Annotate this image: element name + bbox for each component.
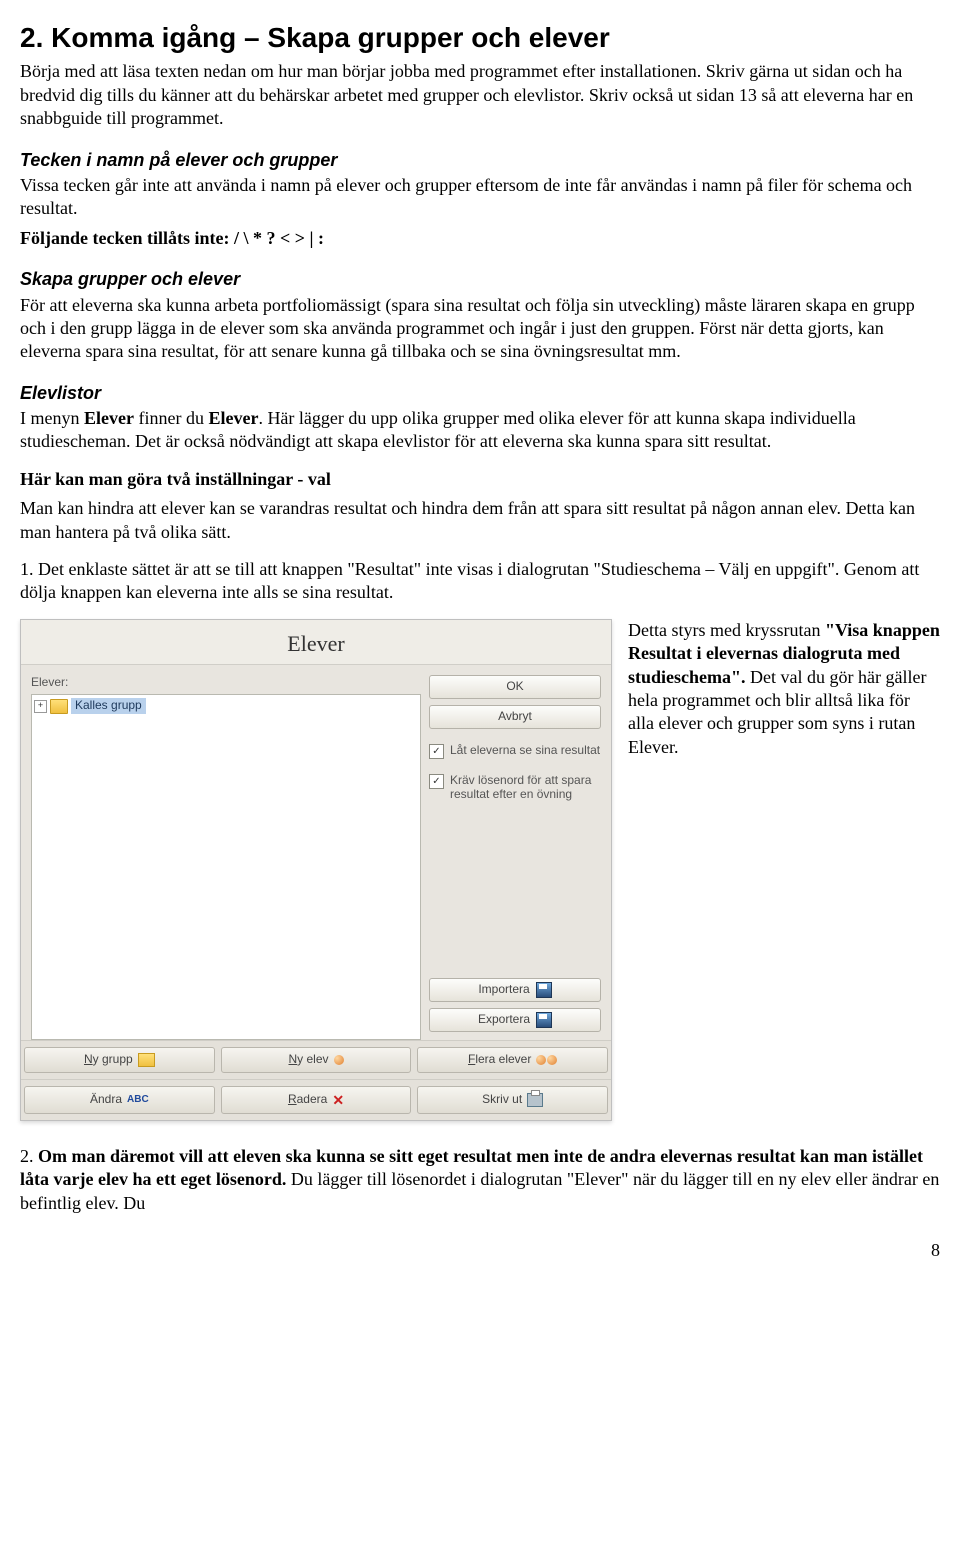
group-tree[interactable]: + Kalles grupp: [31, 694, 421, 1040]
people-icon: [536, 1055, 557, 1065]
tecken-body: Vissa tecken går inte att använda i namn…: [20, 174, 940, 221]
section-tecken-heading: Tecken i namn på elever och grupper: [20, 149, 940, 172]
printer-icon: [527, 1093, 543, 1107]
delete-icon: ✕: [332, 1091, 344, 1109]
option2-prefix: 2.: [20, 1146, 38, 1166]
page-number: 8: [20, 1239, 940, 1262]
abc-icon: ABC: [127, 1093, 149, 1106]
edit-button[interactable]: Ändra ABC: [24, 1086, 215, 1114]
button-label: y grupp: [93, 1052, 133, 1066]
disk-icon: [536, 1012, 552, 1028]
intro-paragraph: Börja med att läsa texten nedan om hur m…: [20, 60, 940, 130]
option1: 1. Det enklaste sättet är att se till at…: [20, 558, 940, 605]
new-group-button[interactable]: Ny grupp: [24, 1047, 215, 1073]
ok-button[interactable]: OK: [429, 675, 601, 699]
elever-dialog: Elever Elever: + Kalles grupp OK Avbryt …: [20, 619, 612, 1121]
button-label: adera: [297, 1092, 328, 1106]
folder-icon: [50, 699, 68, 714]
button-label: Skriv ut: [482, 1092, 522, 1108]
button-label: Ändra: [90, 1092, 122, 1108]
disk-icon: [536, 982, 552, 998]
checkbox-see-results[interactable]: ✓ Låt eleverna se sina resultat: [429, 743, 601, 759]
menu-item: Elever: [208, 408, 258, 428]
cancel-button[interactable]: Avbryt: [429, 705, 601, 729]
page-title: 2. Komma igång – Skapa grupper och eleve…: [20, 20, 940, 56]
section-elevlistor-heading: Elevlistor: [20, 382, 940, 405]
skapa-body: För att eleverna ska kunna arbeta portfo…: [20, 294, 940, 364]
two-settings-heading: Här kan man göra två inställningar - val: [20, 468, 940, 491]
import-button[interactable]: Importera: [429, 978, 601, 1002]
delete-button[interactable]: Radera ✕: [221, 1086, 412, 1114]
folder-icon: [138, 1053, 155, 1067]
checkbox-label: Kräv lösenord för att spara resultat eft…: [450, 773, 601, 802]
checkbox-label: Låt eleverna se sina resultat: [450, 743, 600, 759]
checkbox-icon[interactable]: ✓: [429, 744, 444, 759]
person-icon: [334, 1055, 344, 1065]
button-label: lera elever: [475, 1052, 531, 1066]
dialog-toolbar: Ny grupp Ny elev Flera elever: [21, 1040, 611, 1079]
option2: 2. Om man däremot vill att eleven ska ku…: [20, 1145, 940, 1215]
right-paragraph: Detta styrs med kryssrutan "Visa knappen…: [628, 619, 940, 759]
two-settings-body: Man kan hindra att elever kan se varandr…: [20, 497, 940, 544]
right-para-prefix: Detta styrs med kryssrutan: [628, 620, 825, 640]
checkbox-icon[interactable]: ✓: [429, 774, 444, 789]
export-button[interactable]: Exportera: [429, 1008, 601, 1032]
button-label: Exportera: [478, 1012, 530, 1028]
section-skapa-heading: Skapa grupper och elever: [20, 268, 940, 291]
button-label: Importera: [478, 982, 529, 998]
elevlistor-body: I menyn Elever finner du Elever. Här läg…: [20, 407, 940, 454]
dialog-toolbar-2: Ändra ABC Radera ✕ Skriv ut: [21, 1079, 611, 1120]
new-student-button[interactable]: Ny elev: [221, 1047, 412, 1073]
print-button[interactable]: Skriv ut: [417, 1086, 608, 1114]
checkbox-require-password[interactable]: ✓ Kräv lösenord för att spara resultat e…: [429, 773, 601, 802]
multiple-students-button[interactable]: Flera elever: [417, 1047, 608, 1073]
group-row[interactable]: + Kalles grupp: [34, 697, 418, 715]
menu-name: Elever: [84, 408, 134, 428]
expand-icon[interactable]: +: [34, 700, 47, 713]
group-name[interactable]: Kalles grupp: [71, 698, 146, 714]
dialog-title: Elever: [21, 620, 611, 666]
button-label: y elev: [297, 1052, 328, 1066]
tecken-disallowed: Följande tecken tillåts inte: / \ * ? < …: [20, 227, 940, 250]
list-label: Elever:: [31, 675, 421, 691]
